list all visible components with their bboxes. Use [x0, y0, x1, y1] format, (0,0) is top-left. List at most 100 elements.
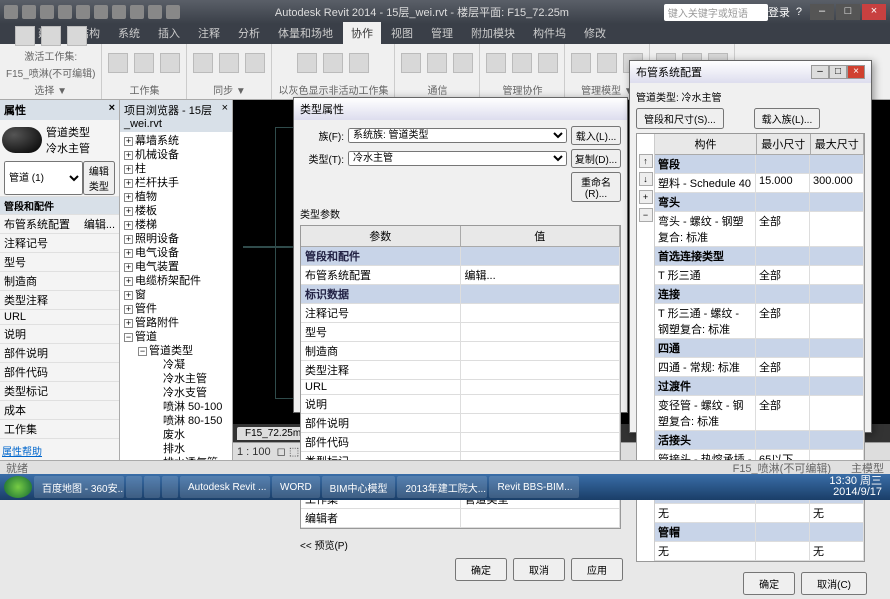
routing-row[interactable]: 塑料 - Schedule 4015.000300.000 [655, 174, 864, 193]
routing-row[interactable]: 无无 [655, 504, 864, 523]
cancel-button[interactable]: 取消(C) [801, 572, 867, 595]
tree-node[interactable]: +机械设备 [122, 148, 230, 162]
window-buttons[interactable]: –□× [810, 4, 886, 20]
tree-node[interactable]: +楼梯 [122, 218, 230, 232]
ribbon-button[interactable] [538, 53, 558, 73]
edit-type-button[interactable]: 编辑类型 [83, 161, 115, 195]
taskbar-item[interactable]: Autodesk Revit ... [180, 476, 270, 498]
ribbon-tab[interactable]: 体量和场地 [270, 22, 341, 44]
param-row[interactable]: 型号 [301, 323, 620, 342]
ribbon-tab[interactable]: 协作 [343, 22, 381, 44]
ribbon-button[interactable] [160, 53, 180, 73]
remove-row-icon[interactable]: − [639, 208, 653, 222]
ribbon-button[interactable] [486, 53, 506, 73]
load-family-button[interactable]: 载入族(L)... [754, 108, 821, 129]
type-select[interactable]: 冷水主管 [348, 151, 567, 166]
param-row[interactable]: 说明 [301, 395, 620, 414]
browser-tree[interactable]: +幕墙系统+机械设备+柱+栏杆扶手+植物+楼板+楼梯+照明设备+电气设备+电气装… [120, 132, 232, 460]
param-row[interactable]: URL [301, 380, 620, 395]
ribbon-button[interactable] [571, 53, 591, 73]
ok-button[interactable]: 确定 [743, 572, 795, 595]
param-row[interactable]: 布管系统配置编辑... [301, 266, 620, 285]
duplicate-button[interactable]: 复制(D)... [571, 149, 621, 168]
ribbon-tab[interactable]: 构件坞 [525, 22, 574, 44]
ribbon-button[interactable] [67, 26, 87, 46]
tree-node[interactable]: +柱 [122, 162, 230, 176]
property-row[interactable]: 类型标记 [0, 382, 119, 401]
tree-node[interactable]: 喷淋 50-100 [122, 400, 230, 414]
taskbar-item[interactable]: Revit BBS-BIM... [489, 476, 579, 498]
ribbon-tab[interactable]: 注释 [190, 22, 228, 44]
search-box[interactable]: 键入关键字或短语 [664, 4, 768, 21]
tree-node[interactable]: 废水 [122, 428, 230, 442]
add-row-icon[interactable]: + [639, 190, 653, 204]
close-icon[interactable]: × [222, 102, 228, 130]
system-tray[interactable]: 13:30 周三2014/9/17 [829, 476, 886, 498]
param-row[interactable]: 类型注释 [301, 361, 620, 380]
family-select[interactable]: 系统族: 管道类型 [348, 128, 567, 143]
ribbon-button[interactable] [41, 26, 61, 46]
ribbon-button[interactable] [108, 53, 128, 73]
close-icon[interactable]: × [109, 102, 115, 118]
maximize-icon[interactable]: □ [829, 65, 847, 79]
param-row[interactable]: 注释记号 [301, 304, 620, 323]
property-row[interactable]: 部件说明 [0, 344, 119, 363]
ribbon-button[interactable] [401, 53, 421, 73]
taskbar-item[interactable] [144, 476, 160, 498]
taskbar-item[interactable]: 百度地图 - 360安... [34, 476, 124, 498]
load-button[interactable]: 载入(L)... [571, 126, 621, 145]
segment-size-button[interactable]: 管段和尺寸(S)... [636, 108, 724, 129]
move-up-icon[interactable]: ↑ [639, 154, 653, 168]
property-row[interactable]: 成本 [0, 401, 119, 420]
instance-selector[interactable]: 管道 (1) [4, 161, 83, 195]
param-row[interactable]: 制造商 [301, 342, 620, 361]
taskbar-item[interactable]: BIM中心模型 [322, 476, 396, 498]
apply-button[interactable]: 应用 [571, 558, 623, 581]
minimize-icon[interactable]: – [811, 65, 829, 79]
ribbon-button[interactable] [323, 53, 343, 73]
tree-node[interactable]: 冷凝 [122, 358, 230, 372]
routing-row[interactable]: 变径管 - 螺纹 - 钢塑复合: 标准全部 [655, 396, 864, 431]
scale-selector[interactable]: 1 : 100 [237, 446, 271, 458]
tree-node[interactable]: +幕墙系统 [122, 134, 230, 148]
tree-node[interactable]: +窗 [122, 288, 230, 302]
param-row[interactable]: 部件说明 [301, 414, 620, 433]
taskbar-item[interactable] [162, 476, 178, 498]
ribbon-tab[interactable]: 修改 [576, 22, 614, 44]
property-row[interactable]: 制造商 [0, 272, 119, 291]
property-row[interactable]: 注释记号 [0, 234, 119, 253]
ribbon-button[interactable] [245, 53, 265, 73]
property-row[interactable]: 类型注释 [0, 291, 119, 310]
ribbon-tab[interactable]: 分析 [230, 22, 268, 44]
tree-node[interactable]: +管路附件 [122, 316, 230, 330]
user-login[interactable]: 登录 [768, 4, 790, 20]
ribbon-tab[interactable]: 附加模块 [463, 22, 523, 44]
ribbon-button[interactable] [219, 53, 239, 73]
ribbon-button[interactable] [512, 53, 532, 73]
tree-node[interactable]: 冷水主管 [122, 372, 230, 386]
tree-node[interactable]: +栏杆扶手 [122, 176, 230, 190]
tree-node[interactable]: +照明设备 [122, 232, 230, 246]
routing-row[interactable]: T 形三通 - 螺纹 - 钢塑复合: 标准全部 [655, 304, 864, 339]
ribbon-button[interactable] [15, 26, 35, 46]
tree-node[interactable]: 冷水支管 [122, 386, 230, 400]
ribbon-button[interactable] [453, 53, 473, 73]
routing-row[interactable]: 四通 - 常规: 标准全部 [655, 358, 864, 377]
property-row[interactable]: 布管系统配置编辑... [0, 215, 119, 234]
ribbon-tab[interactable]: 插入 [150, 22, 188, 44]
start-button[interactable] [4, 476, 32, 498]
ribbon-button[interactable] [597, 53, 617, 73]
move-down-icon[interactable]: ↓ [639, 172, 653, 186]
ribbon-button[interactable] [427, 53, 447, 73]
tree-node[interactable]: +电气设备 [122, 246, 230, 260]
preview-toggle[interactable]: << 预览(P) [300, 541, 348, 552]
property-row[interactable]: URL [0, 310, 119, 325]
tree-node[interactable]: −管道 [122, 330, 230, 344]
param-row[interactable]: 部件代码 [301, 433, 620, 452]
ribbon-tab[interactable]: 系统 [110, 22, 148, 44]
ribbon-button[interactable] [193, 53, 213, 73]
property-row[interactable]: 工作集 [0, 420, 119, 439]
quick-access-toolbar[interactable] [4, 5, 180, 19]
tree-node[interactable]: +植物 [122, 190, 230, 204]
routing-row[interactable]: T 形三通全部 [655, 266, 864, 285]
